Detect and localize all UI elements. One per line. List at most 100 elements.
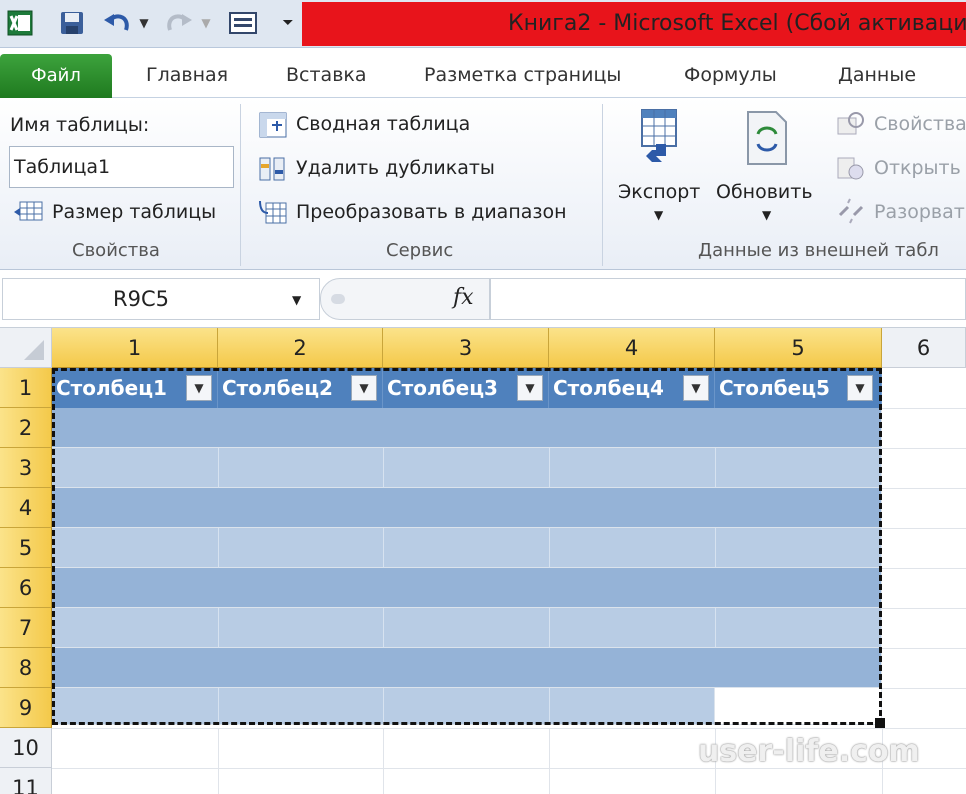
remove-duplicates-icon [258, 154, 288, 188]
remove-duplicates-button[interactable]: Удалить дубликаты [296, 157, 495, 179]
grid-line [882, 688, 966, 689]
tab-insert[interactable]: Вставка [286, 54, 367, 98]
column-header[interactable]: 5 [715, 328, 882, 368]
ribbon: Имя таблицы: Таблица1 Размер таблицы Сво… [0, 98, 966, 270]
table-row[interactable] [52, 528, 882, 568]
cell-divider [383, 528, 384, 568]
grid-line [882, 568, 966, 569]
filter-dropdown-icon[interactable]: ▼ [847, 375, 873, 401]
export-dropdown-icon[interactable]: ▼ [654, 208, 663, 222]
pivot-table-icon [258, 111, 288, 143]
open-in-browser-button[interactable]: Открыть [874, 157, 961, 179]
row-header[interactable]: 3 [0, 448, 52, 488]
tab-file[interactable]: Файл [0, 54, 112, 98]
active-cell[interactable] [715, 688, 882, 725]
filter-dropdown-icon[interactable]: ▼ [517, 375, 543, 401]
convert-to-range-button[interactable]: Преобразовать в диапазон [296, 201, 567, 223]
table-header-label: Столбец3 [387, 376, 498, 400]
table-header-cell[interactable]: Столбец1 ▼ [52, 368, 218, 408]
table-row[interactable] [52, 448, 882, 488]
table-header-label: Столбец1 [56, 376, 167, 400]
worksheet-grid[interactable]: 1 2 3 4 5 6 1 2 3 4 5 6 7 8 9 10 11 Стол… [0, 328, 966, 794]
excel-logo-icon[interactable] [4, 8, 36, 38]
row-header[interactable]: 8 [0, 648, 52, 688]
grid-line [882, 408, 966, 409]
cell-divider [715, 448, 716, 488]
group-label-properties: Свойства [72, 240, 160, 261]
tab-formulas[interactable]: Формулы [684, 54, 777, 98]
grid-line [882, 608, 966, 609]
formula-input[interactable] [490, 278, 966, 320]
table-name-label: Имя таблицы: [10, 114, 150, 136]
table-header-cell[interactable]: Столбец5 ▼ [715, 368, 882, 408]
row-header[interactable]: 2 [0, 408, 52, 448]
tab-data[interactable]: Данные [838, 54, 916, 98]
cell-divider [549, 448, 550, 488]
group-label-tools: Сервис [386, 240, 454, 261]
convert-to-range-icon [258, 197, 288, 231]
tab-home[interactable]: Главная [146, 54, 228, 98]
undo-icon[interactable] [100, 8, 134, 38]
redo-icon[interactable] [162, 8, 196, 38]
row-header[interactable]: 9 [0, 688, 52, 728]
table-header-label: Столбец5 [719, 376, 830, 400]
table-row[interactable] [52, 568, 882, 608]
table-name-field[interactable]: Таблица1 [9, 146, 234, 188]
cell-divider [383, 448, 384, 488]
column-header[interactable]: 4 [549, 328, 715, 368]
excel-window: ▼ ▼ ⏷ Книга2 - Microsoft Excel (Сбой акт… [0, 0, 966, 794]
table-row[interactable] [52, 488, 882, 528]
select-all-corner[interactable] [0, 328, 52, 368]
grid-line [218, 728, 219, 794]
table-resize-handle[interactable] [875, 718, 885, 728]
name-box[interactable]: R9C5 [2, 278, 320, 320]
column-header[interactable]: 2 [218, 328, 383, 368]
filter-dropdown-icon[interactable]: ▼ [186, 375, 212, 401]
table-row[interactable] [52, 408, 882, 448]
table-header-cell[interactable]: Столбец3 ▼ [383, 368, 549, 408]
resize-table-button[interactable]: Размер таблицы [52, 201, 216, 223]
refresh-button[interactable]: Обновить [716, 181, 813, 203]
group-separator [602, 104, 603, 266]
formula-bar: R9C5 ▼ fx [0, 270, 966, 328]
table-header-cell[interactable]: Столбец2 ▼ [218, 368, 383, 408]
formula-buttons: fx [320, 278, 490, 320]
row-header[interactable]: 5 [0, 528, 52, 568]
column-header[interactable]: 1 [52, 328, 218, 368]
row-header[interactable]: 4 [0, 488, 52, 528]
filter-dropdown-icon[interactable]: ▼ [683, 375, 709, 401]
column-header[interactable]: 6 [882, 328, 966, 368]
ribbon-tabs: Файл Главная Вставка Разметка страницы Ф… [0, 48, 966, 98]
pivot-table-button[interactable]: Сводная таблица [296, 113, 470, 135]
row-header[interactable]: 1 [0, 368, 52, 408]
row-header[interactable]: 11 [0, 768, 52, 794]
customize-qa-icon[interactable]: ⏷ [278, 8, 298, 38]
form-icon[interactable] [226, 8, 260, 38]
grid-line [882, 528, 966, 529]
export-button[interactable]: Экспорт [618, 181, 700, 203]
grid-line [549, 728, 550, 794]
row-header[interactable]: 6 [0, 568, 52, 608]
properties-button[interactable]: Свойства [874, 113, 966, 135]
table-header-cell[interactable]: Столбец4 ▼ [549, 368, 715, 408]
redo-dropdown-icon[interactable]: ▼ [198, 8, 214, 38]
name-box-dropdown-icon[interactable]: ▼ [292, 293, 301, 307]
resize-handle-icon[interactable] [331, 294, 345, 304]
row-header[interactable]: 7 [0, 608, 52, 648]
fx-icon[interactable]: fx [453, 285, 474, 310]
cell-divider [549, 608, 550, 648]
column-header[interactable]: 3 [383, 328, 549, 368]
refresh-dropdown-icon[interactable]: ▼ [762, 208, 771, 222]
unlink-button[interactable]: Разорвать [874, 201, 966, 223]
table-row[interactable] [52, 608, 882, 648]
filter-dropdown-icon[interactable]: ▼ [351, 375, 377, 401]
title-bar: ▼ ▼ ⏷ Книга2 - Microsoft Excel (Сбой акт… [0, 0, 966, 48]
watermark: user-life.com [698, 734, 920, 769]
save-icon[interactable] [56, 8, 88, 38]
undo-dropdown-icon[interactable]: ▼ [136, 8, 152, 38]
table-row[interactable] [52, 648, 882, 688]
cell-divider [549, 528, 550, 568]
table-header-label: Столбец4 [553, 376, 664, 400]
row-header[interactable]: 10 [0, 728, 52, 768]
tab-page-layout[interactable]: Разметка страницы [424, 54, 621, 98]
